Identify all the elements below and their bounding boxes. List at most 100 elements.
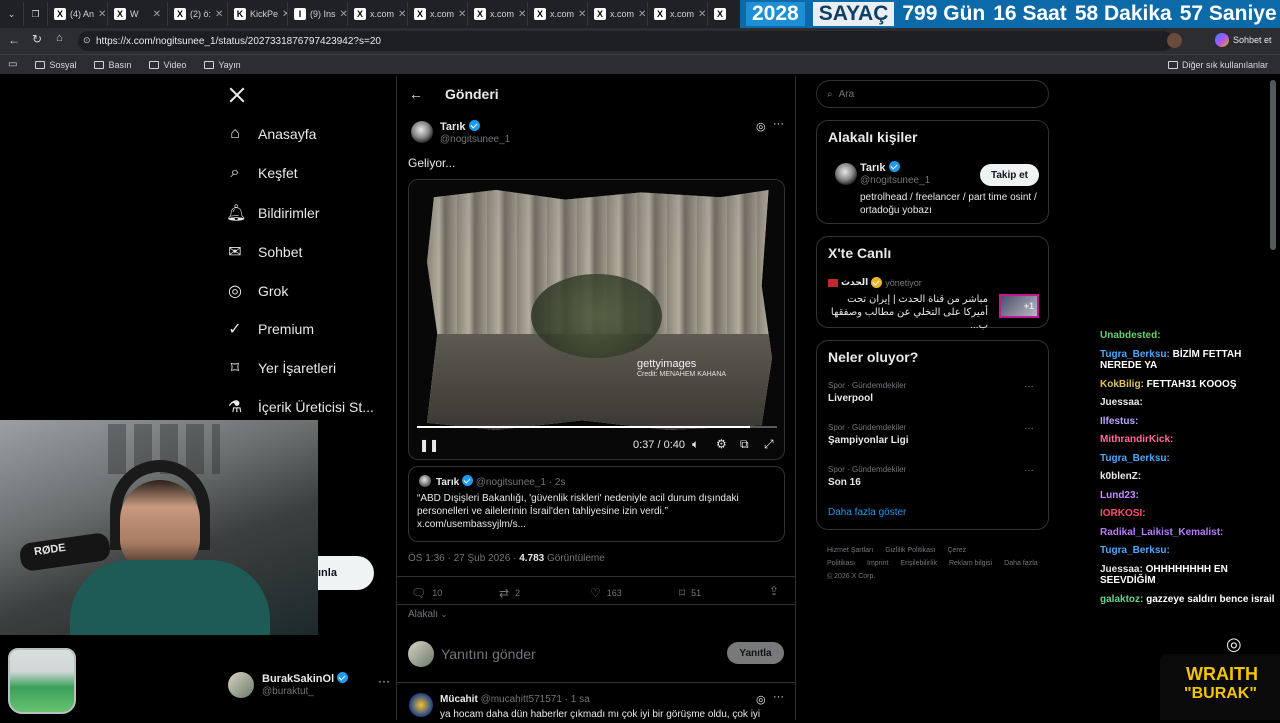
nav-item[interactable]: ⌂ Anasayfa: [226, 125, 316, 143]
nav-item[interactable]: ✓ Premium: [226, 319, 314, 339]
tab-close-icon[interactable]: ✕: [153, 9, 161, 20]
footer-link[interactable]: Imprint: [867, 560, 888, 567]
footer-link[interactable]: Reklam bilgisi: [949, 560, 992, 567]
browser-tab[interactable]: Xx.com ✕: [408, 2, 468, 26]
webcam-shirt: [70, 560, 270, 635]
reply-input[interactable]: Yanıtını gönder: [441, 646, 536, 662]
footer-link[interactable]: Erişilebilirlik: [900, 560, 937, 567]
quoted-post[interactable]: Tarık @nogitsunee_1 · 2s “ABD Dışişleri …: [408, 466, 785, 542]
post-author-handle[interactable]: @nogitsunee_1: [440, 134, 510, 145]
reply-more-icon[interactable]: ···: [773, 691, 784, 703]
refresh-icon[interactable]: ↻: [32, 32, 42, 46]
trend-more-icon[interactable]: ···: [1024, 423, 1034, 434]
related-avatar[interactable]: [835, 163, 857, 185]
settings-gear-icon[interactable]: ⚙: [716, 437, 727, 451]
repost-action[interactable]: ⇄ 2: [499, 586, 520, 600]
main-column: ← Gönderi Tarık @nogitsunee_1 ◎ ··· Geli…: [397, 76, 795, 720]
chat-grok-icon[interactable]: ◎: [1226, 634, 1242, 655]
browser-tab[interactable]: X (4) An ✕: [48, 2, 108, 26]
related-name[interactable]: Tarık: [860, 162, 885, 174]
like-action[interactable]: ♡ 163: [590, 586, 622, 600]
post-button-partial[interactable]: ınla: [318, 556, 374, 590]
back-icon[interactable]: ←: [8, 33, 20, 47]
tab-close-icon[interactable]: ✕: [458, 9, 466, 20]
copilot-button[interactable]: Sohbet et: [1215, 33, 1272, 47]
live-text[interactable]: مباشر من قناة الحدث | إيران تحت أميركا ع…: [828, 293, 988, 332]
trends-card: Neler oluyor? Spor · Gündemdekiler Liverp…: [816, 340, 1049, 530]
bookmark-folder[interactable]: Yayın: [204, 60, 241, 70]
nav-item[interactable]: ⚗ İçerik Üreticisi St...: [226, 397, 374, 417]
other-bookmarks[interactable]: Diğer sık kullanılanlar: [1167, 60, 1268, 70]
footer-link[interactable]: Hizmet Şartları: [827, 547, 873, 554]
nav-item[interactable]: ✉ Sohbet: [226, 242, 302, 262]
trend-more-icon[interactable]: ···: [1024, 381, 1034, 392]
back-arrow-icon[interactable]: ←: [409, 86, 423, 102]
browser-tab[interactable]: Xx.com ✕: [348, 2, 408, 26]
grok-explain-icon[interactable]: ◎: [756, 120, 766, 133]
reply-action[interactable]: 🗨︎ 10: [411, 586, 442, 600]
trend-item[interactable]: Spor · Gündemdekiler Şampiyonlar Ligi ···: [828, 423, 1040, 446]
browser-tab[interactable]: I (9) Ins ✕: [288, 2, 348, 26]
tab-close-icon[interactable]: ✕: [98, 9, 106, 20]
footer-link[interactable]: Gizlilik Politikası: [885, 547, 935, 554]
bookmark-folder[interactable]: Video: [149, 60, 186, 70]
post-author-name[interactable]: Tarık: [440, 121, 465, 133]
live-thumbnail[interactable]: +1: [999, 294, 1039, 318]
bookmark-folder[interactable]: Sosyal: [35, 60, 76, 70]
browser-tab[interactable]: X W ✕: [108, 2, 168, 26]
tab-close-icon[interactable]: ✕: [638, 9, 646, 20]
trend-more-icon[interactable]: ···: [1024, 465, 1034, 476]
url-field[interactable]: ⊙ https://x.com/nogitsunee_1/status/2027…: [78, 31, 1173, 51]
volume-icon[interactable]: 🔈︎: [692, 437, 699, 452]
home-browser-icon[interactable]: ⌂: [56, 32, 63, 44]
browser-tab[interactable]: Xx.com ✕: [468, 2, 528, 26]
tab-close-icon[interactable]: ✕: [398, 9, 406, 20]
browser-tab[interactable]: X (2) ö: ✕: [168, 2, 228, 26]
tab-label: W: [130, 9, 139, 19]
reply-button[interactable]: Yanıtla: [727, 642, 784, 664]
browser-tab[interactable]: Xx.com ✕: [648, 2, 708, 26]
reply-avatar: [408, 641, 434, 667]
bookmark-icon: ⌑: [230, 360, 240, 377]
video-player[interactable]: gettyimages Credit: MENAHEM KAHANA ❚❚ 0:…: [408, 179, 785, 460]
tab-actions[interactable]: ❐: [24, 2, 48, 26]
grok-explain-icon[interactable]: ◎: [756, 693, 766, 706]
tab-close-icon[interactable]: ✕: [578, 9, 586, 20]
bookmark-action[interactable]: ⌑ 51: [679, 586, 701, 600]
nav-item[interactable]: ⌑ Yer İşaretleri: [226, 358, 336, 378]
video-progress-track[interactable]: [417, 426, 777, 428]
share-icon[interactable]: ⇪: [769, 584, 779, 598]
relevance-dropdown[interactable]: Alakalı ⌄: [408, 609, 448, 620]
picture-in-picture-icon[interactable]: ⧉: [740, 437, 749, 452]
nav-item[interactable]: 🔔︎ Bildirimler: [226, 203, 319, 223]
page-scrollbar[interactable]: [1270, 80, 1276, 250]
browser-tab[interactable]: KKickPe✕: [228, 2, 288, 26]
tab-close-icon[interactable]: ✕: [518, 9, 526, 20]
trend-item[interactable]: Spor · Gündemdekiler Liverpool ···: [828, 381, 1040, 404]
post-more-icon[interactable]: ···: [773, 118, 784, 130]
more-dots-icon[interactable]: ···: [378, 674, 390, 688]
nav-item[interactable]: ⌕ Keşfet: [226, 164, 298, 182]
tab-close-icon[interactable]: ✕: [340, 9, 347, 20]
tab-close-icon[interactable]: ✕: [698, 9, 706, 20]
browser-tab[interactable]: Xx.com ✕: [588, 2, 648, 26]
browser-tab[interactable]: Xx.com ✕: [528, 2, 588, 26]
x-logo-icon[interactable]: [228, 86, 246, 104]
tab-close-icon[interactable]: ✕: [215, 9, 223, 20]
pause-icon[interactable]: ❚❚: [419, 438, 439, 452]
post-author-avatar[interactable]: [411, 121, 433, 143]
tab-favicon-icon: K: [234, 8, 246, 20]
reply-item[interactable]: Mücahit @mucahitt571571 · 1 sa ◎ ··· ya …: [397, 683, 795, 723]
trend-item[interactable]: Spor · Gündemdekiler Son 16 ···: [828, 465, 1040, 488]
profile-avatar[interactable]: [1167, 33, 1182, 48]
tab-menu[interactable]: ⌄: [0, 2, 24, 26]
bookmark-folder[interactable]: Basın: [94, 60, 131, 70]
account-switcher[interactable]: BurakSakinOl @buraktut_ ···: [228, 672, 390, 702]
fullscreen-icon[interactable]: ⤢: [764, 437, 774, 452]
nav-item[interactable]: ◎ Grok: [226, 281, 288, 301]
bookmark-manage-icon[interactable]: ▭: [8, 59, 17, 70]
search-input[interactable]: ⌕ Ara: [816, 80, 1049, 108]
related-people-card: Alakalı kişiler Tarık @nogitsunee_1 Taki…: [816, 120, 1049, 224]
follow-button[interactable]: Takip et: [980, 164, 1039, 186]
show-more-link[interactable]: Daha fazla göster: [828, 507, 906, 518]
